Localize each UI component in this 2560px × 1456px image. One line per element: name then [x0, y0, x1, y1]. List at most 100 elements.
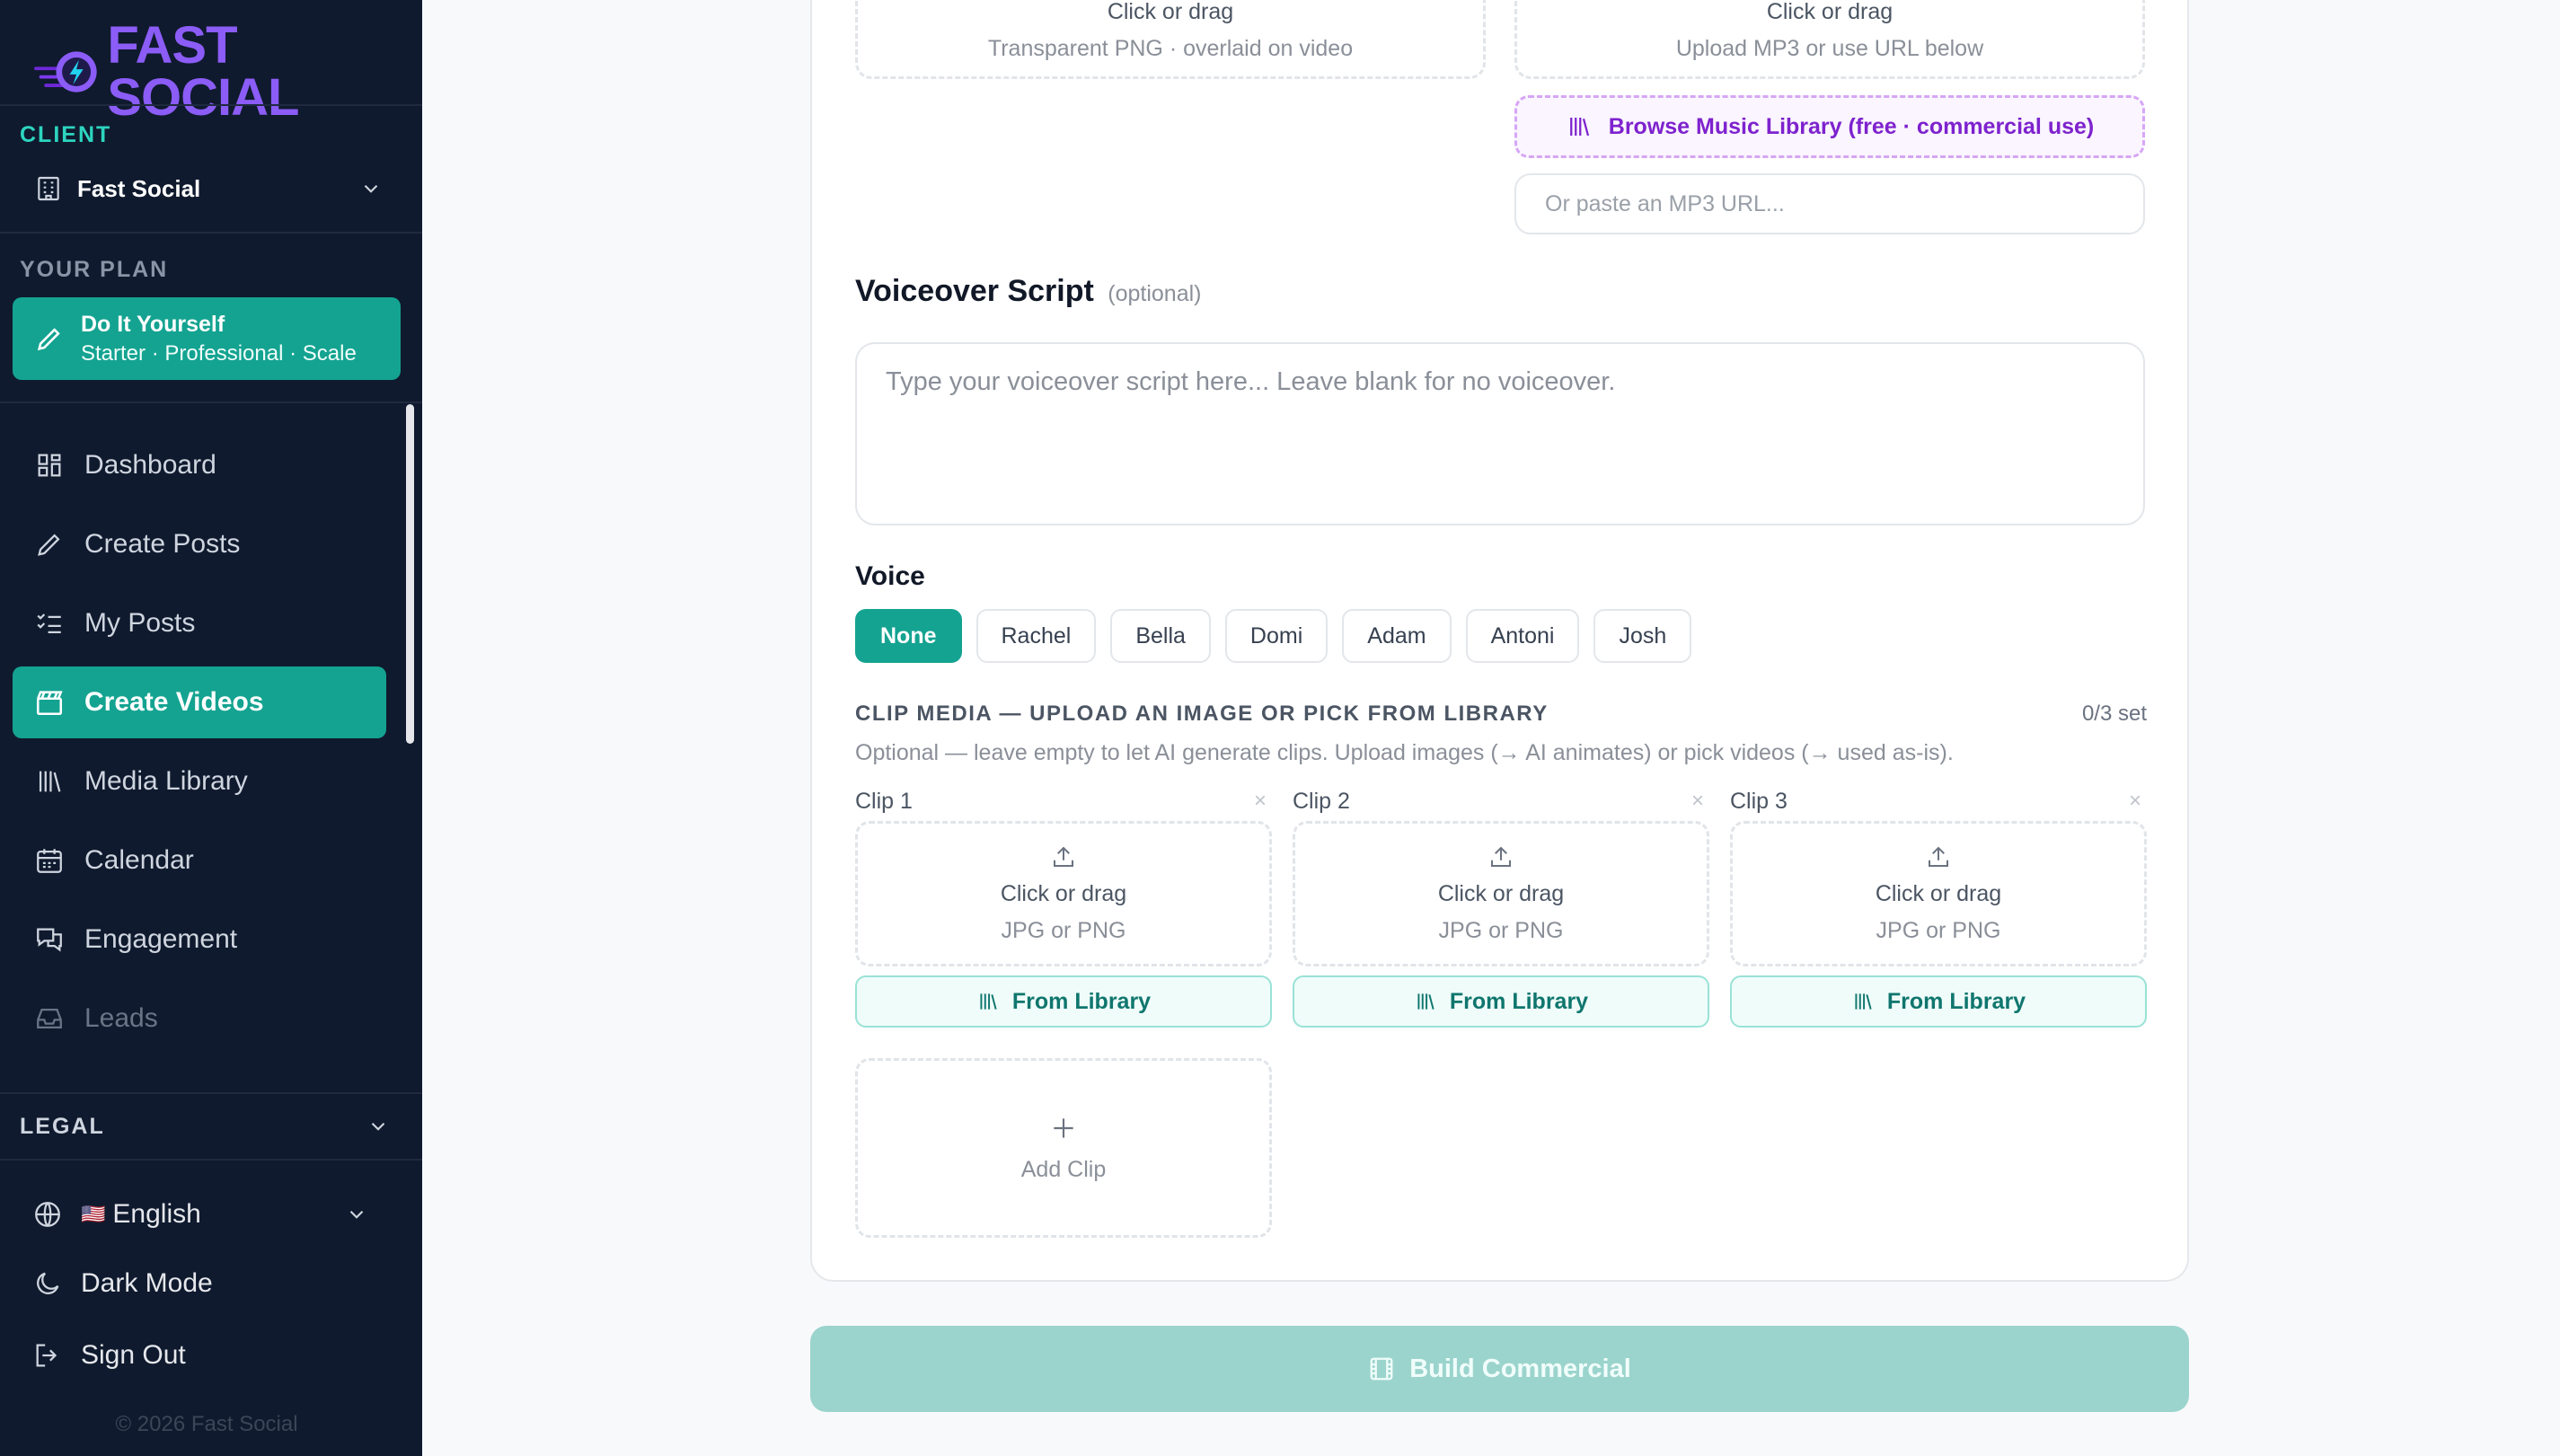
upload-icon — [1491, 846, 1511, 867]
from-library-button[interactable]: From Library — [1293, 975, 1709, 1028]
voiceover-heading: Voiceover Script (optional) — [855, 274, 1202, 309]
clip-dropzone[interactable]: Click or drag JPG or PNG — [1730, 821, 2147, 966]
from-library-button[interactable]: From Library — [855, 975, 1272, 1028]
from-library-label: From Library — [1011, 988, 1152, 1014]
sidebar-item-engagement[interactable]: Engagement — [13, 904, 386, 975]
sidebar-nav: Dashboard Create Posts My Posts Create V… — [13, 429, 386, 1062]
legal-label: LEGAL — [20, 1113, 105, 1139]
brand-logo[interactable]: FAST SOCIAL — [34, 20, 422, 124]
plan-label: YOUR PLAN — [20, 257, 169, 282]
dark-mode-toggle[interactable]: Dark Mode — [13, 1255, 386, 1312]
clip-media-title: CLIP MEDIA — UPLOAD AN IMAGE OR PICK FRO… — [855, 702, 1549, 726]
sidebar: FAST SOCIAL CLIENT Fast Social YOUR PLAN… — [0, 0, 422, 1456]
dropzone-subtitle: Upload MP3 or use URL below — [1675, 36, 1984, 61]
dropzone-title: Click or drag — [1875, 881, 2002, 906]
divider — [0, 402, 422, 403]
from-library-label: From Library — [1449, 988, 1589, 1014]
optional-label: (optional) — [1108, 281, 1202, 306]
sidebar-item-my-posts[interactable]: My Posts — [13, 587, 386, 659]
voice-option-adam[interactable]: Adam — [1342, 609, 1452, 663]
add-clip-label: Add Clip — [1020, 1156, 1107, 1182]
voice-option-bella[interactable]: Bella — [1110, 609, 1211, 663]
voice-option-domi[interactable]: Domi — [1224, 609, 1329, 663]
voice-option-antoni[interactable]: Antoni — [1465, 609, 1580, 663]
build-commercial-label: Build Commercial — [1409, 1354, 1631, 1383]
chevron-down-icon — [364, 184, 378, 193]
building-icon — [38, 176, 59, 201]
voiceover-script-input[interactable] — [855, 342, 2145, 525]
client-name: Fast Social — [77, 174, 201, 202]
clip-count: 0/3 set — [2081, 702, 2147, 726]
library-icon — [980, 993, 997, 1010]
sidebar-item-calendar[interactable]: Calendar — [13, 825, 386, 896]
mp3-url-input[interactable] — [1514, 173, 2145, 234]
dropzone-subtitle: Transparent PNG · overlaid on video — [987, 36, 1354, 61]
library-icon — [39, 771, 61, 792]
dropzone-title: Click or drag — [1766, 0, 1894, 24]
voice-option-none[interactable]: None — [855, 609, 962, 663]
upload-icon — [1929, 846, 1948, 867]
add-clip-button[interactable]: Add Clip — [855, 1058, 1272, 1238]
divider — [0, 104, 422, 106]
dropzone-subtitle: JPG or PNG — [1001, 918, 1126, 943]
remove-clip-button[interactable]: × — [1691, 789, 1704, 814]
clip-slot: Clip 3 × Click or drag JPG or PNG From L… — [1730, 789, 2147, 1028]
clip-label: Clip 1 — [855, 789, 913, 814]
plan-name: Do It Yourself — [81, 311, 225, 337]
voiceover-title: Voiceover Script — [855, 274, 1094, 308]
sign-out-label: Sign Out — [81, 1340, 186, 1370]
chat-icon — [37, 928, 62, 952]
sidebar-item-create-videos[interactable]: Create Videos — [13, 666, 386, 738]
globe-icon — [35, 1202, 60, 1227]
clip-dropzone[interactable]: Click or drag JPG or PNG — [1293, 821, 1709, 966]
sidebar-item-label: Engagement — [84, 924, 238, 954]
sidebar-item-leads[interactable]: Leads — [13, 983, 386, 1054]
client-select[interactable]: Fast Social — [20, 162, 388, 216]
sidebar-scrollbar[interactable] — [406, 404, 414, 744]
chevron-down-icon — [349, 1210, 364, 1219]
sidebar-item-label: My Posts — [84, 608, 196, 638]
dropzone-title: Click or drag — [1000, 881, 1127, 906]
grid-icon — [38, 454, 61, 477]
calendar-icon — [37, 849, 62, 873]
sidebar-item-label: Media Library — [84, 766, 248, 796]
inbox-icon — [37, 1008, 62, 1029]
sidebar-item-media-library[interactable]: Media Library — [13, 746, 386, 817]
browse-music-library-label: Browse Music Library (free · commercial … — [1608, 113, 2095, 139]
remove-clip-button[interactable]: × — [2129, 789, 2141, 814]
remove-clip-button[interactable]: × — [1254, 789, 1267, 814]
clip-slot: Clip 2 × Click or drag JPG or PNG From L… — [1293, 789, 1709, 1028]
clip-label: Clip 3 — [1730, 789, 1788, 814]
upload-icon — [1054, 846, 1073, 867]
dropzone-subtitle: JPG or PNG — [1438, 918, 1564, 943]
from-library-button[interactable]: From Library — [1730, 975, 2147, 1028]
plan-card[interactable]: Do It Yourself Starter · Professional · … — [13, 297, 401, 380]
build-commercial-button[interactable]: Build Commercial — [810, 1326, 2189, 1412]
clip-label: Clip 2 — [1293, 789, 1350, 814]
dark-mode-label: Dark Mode — [81, 1268, 213, 1298]
brand-name: FAST SOCIAL — [107, 16, 299, 127]
sidebar-item-dashboard[interactable]: Dashboard — [13, 429, 386, 501]
moon-icon — [37, 1272, 59, 1294]
pencil-icon — [37, 328, 60, 351]
clapperboard-icon — [36, 691, 63, 716]
divider — [0, 232, 422, 234]
legal-toggle[interactable]: LEGAL — [0, 1092, 422, 1160]
logo-dropzone[interactable]: Click or drag Transparent PNG · overlaid… — [855, 0, 1486, 79]
dropzone-title: Click or drag — [1437, 881, 1565, 906]
chevron-down-icon — [371, 1122, 385, 1131]
language-select[interactable]: 🇺🇸 English — [13, 1186, 386, 1243]
copyright: © 2026 Fast Social — [115, 1412, 298, 1436]
dropzone-title: Click or drag — [1107, 0, 1234, 24]
sidebar-item-create-posts[interactable]: Create Posts — [13, 508, 386, 580]
list-check-icon — [37, 613, 61, 634]
music-dropzone[interactable]: Click or drag Upload MP3 or use URL belo… — [1514, 0, 2145, 79]
voice-option-josh[interactable]: Josh — [1593, 609, 1692, 663]
client-label: CLIENT — [20, 122, 112, 147]
sidebar-item-label: Leads — [84, 1003, 158, 1033]
clip-dropzone[interactable]: Click or drag JPG or PNG — [855, 821, 1272, 966]
browse-music-library-button[interactable]: Browse Music Library (free · commercial … — [1514, 95, 2145, 158]
rocket-logo-icon — [34, 51, 97, 93]
voice-option-rachel[interactable]: Rachel — [975, 609, 1097, 663]
sign-out-button[interactable]: Sign Out — [13, 1327, 386, 1384]
